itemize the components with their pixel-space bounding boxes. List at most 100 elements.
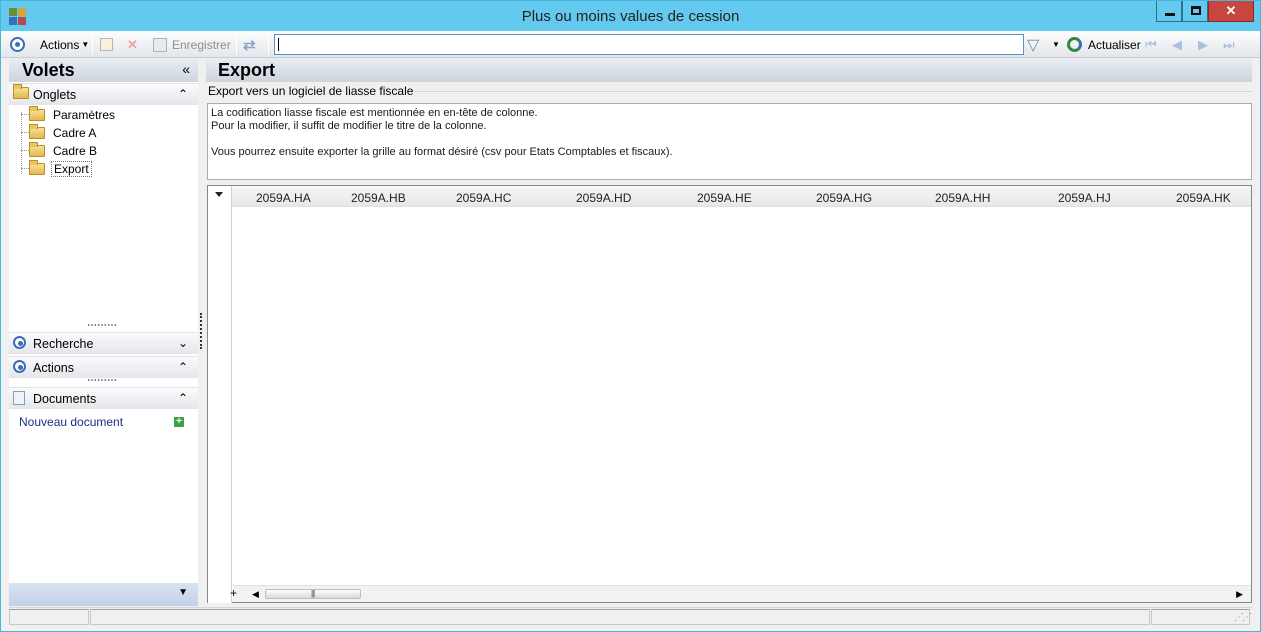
panel-splitter[interactable] bbox=[200, 313, 202, 349]
text-caret bbox=[278, 38, 279, 51]
grid-column-header[interactable]: 2059A.HH bbox=[935, 191, 990, 205]
title-bar[interactable]: Plus ou moins values de cession ✕ bbox=[1, 1, 1260, 31]
close-icon: ✕ bbox=[1225, 3, 1237, 18]
filter-icon: ▽ bbox=[1027, 36, 1040, 54]
chevron-down-icon: ▼ bbox=[1052, 40, 1060, 49]
last-record-icon[interactable]: ⏭ bbox=[1223, 37, 1235, 53]
grid-column-header[interactable]: 2059A.HE bbox=[697, 191, 752, 205]
tree-item-parametres[interactable]: Paramètres bbox=[29, 106, 117, 123]
home-button[interactable] bbox=[10, 35, 25, 54]
section-resize-grip[interactable]: ⋯⋯⋯ bbox=[87, 375, 117, 386]
actions-menu-label: Actions bbox=[40, 37, 80, 52]
open-folder-icon bbox=[29, 160, 45, 175]
filter-button[interactable]: ▽ bbox=[1027, 35, 1039, 54]
grid-column-header[interactable]: 2059A.HD bbox=[576, 191, 631, 205]
folder-icon bbox=[13, 84, 29, 102]
tree-item-export[interactable]: Export bbox=[29, 160, 92, 177]
tree-item-label: Paramètres bbox=[53, 108, 116, 122]
previous-record-icon[interactable]: ◀ bbox=[1172, 37, 1182, 53]
tree-item-cadre-a[interactable]: Cadre A bbox=[29, 124, 98, 141]
grid-column-header[interactable]: 2059A.HA bbox=[256, 191, 311, 205]
scrollbar-thumb[interactable]: ||| bbox=[265, 589, 361, 599]
section-documents[interactable]: Documents ⌃ bbox=[9, 387, 198, 409]
tree-item-cadre-b[interactable]: Cadre B bbox=[29, 142, 99, 159]
description-line bbox=[211, 133, 1248, 146]
main-header: Export bbox=[206, 58, 1252, 82]
save-label: Enregistrer bbox=[172, 37, 231, 52]
save-button[interactable]: Enregistrer bbox=[153, 35, 231, 54]
grid-column-header[interactable]: 2059A.HC bbox=[456, 191, 511, 205]
tree-connector bbox=[21, 132, 29, 133]
grid-column-header[interactable]: 2059A.HG bbox=[816, 191, 872, 205]
application-window: Plus ou moins values de cession ✕ Action… bbox=[0, 0, 1261, 632]
first-record-icon[interactable]: ⏮ bbox=[1145, 37, 1157, 53]
status-cell bbox=[90, 609, 1150, 625]
save-icon bbox=[153, 37, 167, 52]
chevron-down-icon[interactable] bbox=[215, 192, 223, 197]
document-icon bbox=[13, 391, 25, 408]
maximize-icon bbox=[1191, 6, 1201, 15]
filter-dropdown-button[interactable]: ▼ bbox=[1052, 35, 1060, 54]
delete-button[interactable]: ✕ bbox=[127, 35, 138, 54]
tree-connector bbox=[21, 112, 22, 174]
minimize-icon bbox=[1165, 13, 1175, 16]
section-resize-grip[interactable]: ⋯⋯⋯ bbox=[87, 320, 117, 331]
actions-menu-button[interactable]: Actions ▼ bbox=[40, 35, 89, 54]
maximize-button[interactable] bbox=[1182, 1, 1208, 22]
delete-icon: ✕ bbox=[127, 36, 138, 52]
description-box: La codification liasse fiscale est menti… bbox=[207, 103, 1252, 180]
volets-title: Volets bbox=[22, 60, 75, 80]
sync-button[interactable]: ⇄ bbox=[243, 35, 256, 54]
search-input[interactable] bbox=[274, 34, 1024, 55]
target-icon bbox=[13, 336, 26, 352]
next-record-icon[interactable]: ▶ bbox=[1198, 37, 1208, 53]
export-grid[interactable]: 2059A.HA 2059A.HB 2059A.HC 2059A.HD 2059… bbox=[207, 185, 1252, 603]
toolbar-separator bbox=[236, 35, 237, 55]
tree-connector bbox=[21, 114, 29, 115]
scroll-right-icon[interactable]: ▶ bbox=[1236, 589, 1243, 600]
grid-column-header[interactable]: 2059A.HJ bbox=[1058, 191, 1111, 205]
description-line: Pour la modifier, il suffit de modifier … bbox=[211, 120, 487, 132]
group-label: Export vers un logiciel de liasse fiscal… bbox=[208, 84, 416, 98]
folder-icon bbox=[29, 124, 45, 139]
close-button[interactable]: ✕ bbox=[1208, 1, 1254, 22]
grid-row-header bbox=[208, 186, 232, 603]
status-cell bbox=[9, 609, 89, 625]
chevron-down-icon[interactable]: ▼ bbox=[178, 587, 188, 598]
grid-header: 2059A.HA 2059A.HB 2059A.HC 2059A.HD 2059… bbox=[208, 186, 1251, 207]
chevron-up-icon[interactable]: ⌃ bbox=[178, 391, 188, 405]
new-button[interactable] bbox=[100, 35, 113, 54]
expand-icon[interactable]: + bbox=[230, 586, 237, 600]
chevron-up-icon[interactable]: ⌃ bbox=[178, 87, 188, 101]
section-documents-label: Documents bbox=[33, 392, 97, 406]
sync-icon: ⇄ bbox=[243, 36, 256, 54]
grid-column-header[interactable]: 2059A.HK bbox=[1176, 191, 1231, 205]
refresh-icon bbox=[1067, 37, 1082, 52]
section-onglets-label: Onglets bbox=[33, 88, 77, 102]
status-bar: ⋰⋰ bbox=[9, 607, 1252, 625]
tree-connector bbox=[21, 150, 29, 151]
volets-header: Volets « bbox=[9, 58, 198, 82]
chevron-up-icon[interactable]: ⌃ bbox=[178, 360, 188, 374]
chevron-down-icon[interactable]: ⌄ bbox=[178, 336, 188, 350]
minimize-button[interactable] bbox=[1156, 1, 1182, 22]
section-recherche[interactable]: Recherche ⌄ bbox=[9, 332, 198, 354]
section-recherche-label: Recherche bbox=[33, 337, 94, 351]
grid-column-header[interactable]: 2059A.HB bbox=[351, 191, 406, 205]
new-document-icon bbox=[100, 38, 113, 51]
section-onglets[interactable]: Onglets ⌃ bbox=[9, 83, 198, 105]
new-document-link[interactable]: Nouveau document bbox=[19, 415, 123, 429]
refresh-button[interactable]: Actualiser bbox=[1067, 35, 1141, 54]
horizontal-scrollbar[interactable]: + ◀ ||| ▶ bbox=[230, 585, 1251, 602]
add-icon[interactable]: + bbox=[174, 417, 184, 427]
description-line: La codification liasse fiscale est menti… bbox=[211, 107, 538, 119]
collapse-panel-icon[interactable]: « bbox=[182, 61, 190, 77]
toolbar-separator bbox=[92, 35, 93, 55]
tree-item-label: Export bbox=[51, 161, 92, 177]
tree-connector bbox=[21, 168, 29, 169]
volets-footer[interactable]: ▼ bbox=[9, 583, 198, 606]
refresh-label: Actualiser bbox=[1088, 37, 1141, 52]
scroll-left-icon[interactable]: ◀ bbox=[252, 589, 259, 600]
resize-grip-icon[interactable]: ⋰⋰ bbox=[1234, 612, 1252, 623]
page-title: Export bbox=[218, 60, 276, 80]
